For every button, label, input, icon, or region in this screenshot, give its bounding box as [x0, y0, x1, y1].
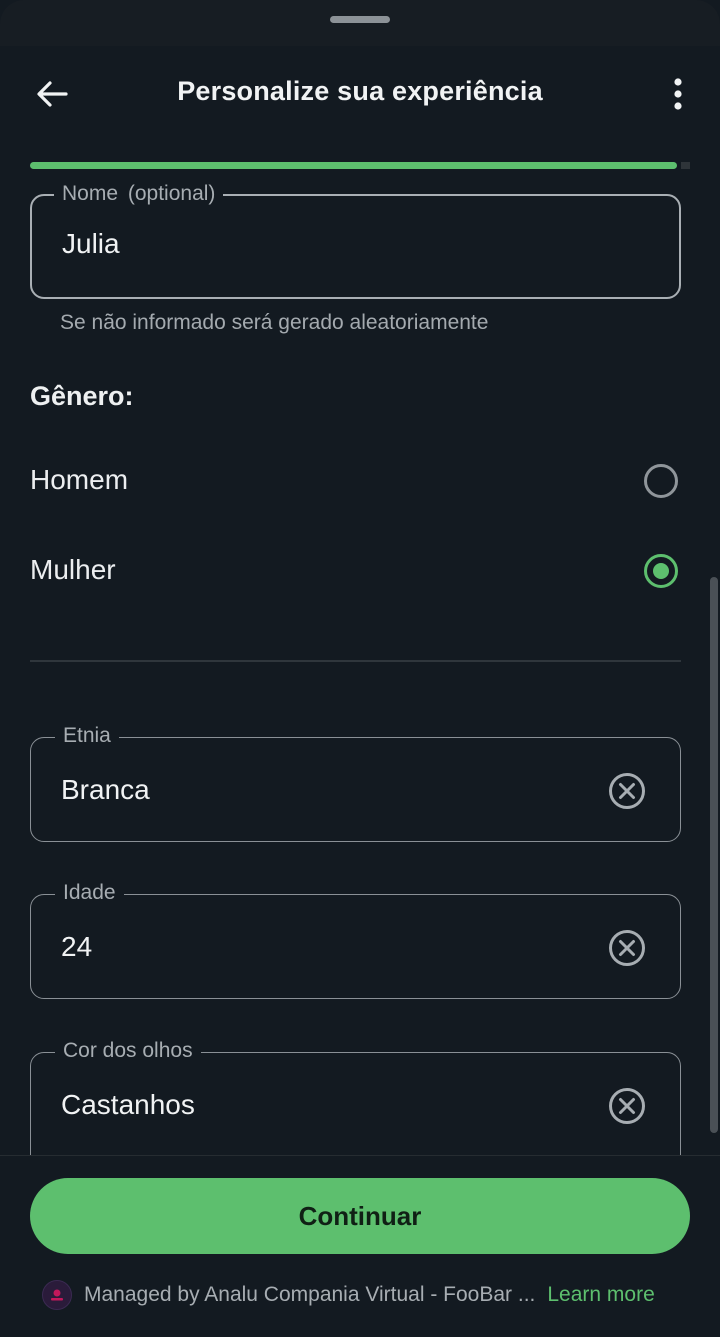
- more-vertical-icon: [674, 78, 682, 110]
- progress-bar: [30, 162, 690, 169]
- radio-button-homem[interactable]: [644, 464, 678, 498]
- age-value[interactable]: 24: [61, 931, 92, 963]
- clear-circle-icon: [609, 1088, 645, 1124]
- radio-option-mulher[interactable]: Mulher: [30, 540, 680, 600]
- drag-handle[interactable]: [330, 16, 390, 23]
- page-title: Personalize sua experiência: [177, 76, 543, 106]
- gender-label: Gênero:: [30, 381, 134, 411]
- managed-by-text: Managed by Analu Compania Virtual - FooB…: [84, 1283, 536, 1306]
- name-field-label: Nome (optional): [54, 182, 224, 206]
- radio-label-mulher: Mulher: [30, 554, 116, 585]
- sheet-top-strip: [0, 0, 720, 46]
- radio-selected-dot: [653, 563, 669, 579]
- learn-more-link[interactable]: Learn more: [547, 1283, 654, 1307]
- ethnicity-value[interactable]: Branca: [61, 774, 150, 806]
- name-field[interactable]: Nome (optional) Julia: [30, 182, 681, 299]
- header: Personalize sua experiência: [0, 46, 720, 142]
- more-options-button[interactable]: [656, 72, 700, 116]
- clear-ethnicity-button[interactable]: [608, 772, 646, 810]
- radio-label-homem: Homem: [30, 464, 129, 495]
- ethnicity-label: Etnia: [55, 724, 119, 748]
- name-optional-text: (optional): [127, 182, 216, 205]
- divider: [30, 660, 681, 662]
- ethnicity-field[interactable]: Etnia Branca: [30, 724, 681, 842]
- age-label: Idade: [55, 881, 124, 905]
- app-logo-icon: [51, 1289, 63, 1301]
- name-input-value[interactable]: Julia: [62, 228, 120, 260]
- app-logo-avatar: [42, 1280, 72, 1310]
- progress-fill: [30, 162, 677, 169]
- progress-end-marker: [681, 162, 690, 169]
- eye-color-value[interactable]: Castanhos: [61, 1089, 195, 1121]
- name-label-text: Nome: [62, 182, 119, 205]
- name-helper-text: Se não informado será gerado aleatoriame…: [60, 311, 489, 334]
- clear-age-button[interactable]: [608, 929, 646, 967]
- clear-circle-icon: [609, 930, 645, 966]
- clear-eye-color-button[interactable]: [608, 1087, 646, 1125]
- age-field[interactable]: Idade 24: [30, 881, 681, 999]
- bottom-sheet: Personalize sua experiência Nome (option…: [0, 0, 720, 1337]
- radio-button-mulher[interactable]: [644, 554, 678, 588]
- radio-option-homem[interactable]: Homem: [30, 450, 680, 510]
- eye-color-field[interactable]: Cor dos olhos Castanhos: [30, 1039, 681, 1172]
- scrollbar[interactable]: [710, 577, 718, 1133]
- eye-color-label: Cor dos olhos: [55, 1039, 201, 1063]
- continue-button[interactable]: Continuar: [30, 1178, 690, 1254]
- bottom-bar: Continuar Managed by Analu Compania Virt…: [0, 1155, 720, 1337]
- clear-circle-icon: [609, 773, 645, 809]
- managed-by-row: Managed by Analu Compania Virtual - FooB…: [42, 1278, 692, 1312]
